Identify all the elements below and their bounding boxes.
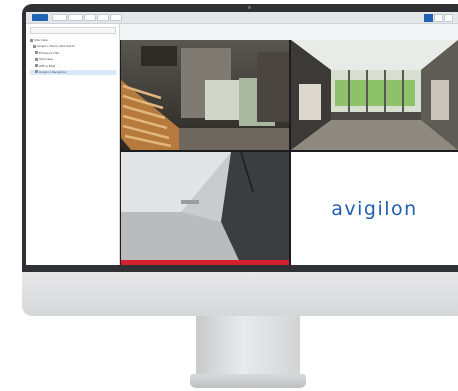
camera-tile-staircase[interactable] xyxy=(121,40,289,150)
tab-2[interactable] xyxy=(52,14,67,21)
tree-item[interactable]: Staircase xyxy=(30,57,116,62)
camera-icon xyxy=(35,70,38,74)
tree-item-label: Site View xyxy=(34,38,48,42)
camera-tile-corridor[interactable] xyxy=(121,152,289,265)
site-icon xyxy=(33,44,36,48)
sidebar: Site View Avigilon Demo Site North Entra… xyxy=(26,24,120,265)
monitor-base xyxy=(190,374,306,388)
tree-item[interactable]: Entrance Hall xyxy=(30,51,116,56)
view-button[interactable] xyxy=(434,14,443,22)
tree-item-label: Avigilon Demo Site North xyxy=(37,44,75,49)
tab-6[interactable] xyxy=(110,14,122,21)
tree-item-selected[interactable]: Avigilon Reception xyxy=(30,69,116,75)
app-toolbar xyxy=(26,12,458,24)
layout-button[interactable] xyxy=(424,14,433,22)
tree-item-label: Office East xyxy=(39,63,56,68)
tree-item-label: Entrance Hall xyxy=(39,50,60,55)
tab-active[interactable] xyxy=(32,14,48,21)
tab-4[interactable] xyxy=(84,14,96,21)
camera-feed-staircase xyxy=(121,40,289,150)
camera-grid: avigilon xyxy=(120,40,458,265)
avigilon-logo: avigilon xyxy=(331,198,418,220)
camera-icon xyxy=(35,64,38,68)
camera-icon xyxy=(35,51,38,55)
tree-item-label: Staircase xyxy=(39,57,53,62)
tree-item-label: Avigilon Reception xyxy=(39,69,67,74)
monitor-stand xyxy=(196,316,300,378)
monitor: Site View Avigilon Demo Site North Entra… xyxy=(22,4,458,316)
camera-icon xyxy=(35,57,38,61)
tree-item[interactable]: Avigilon Demo Site North xyxy=(30,44,116,49)
settings-button[interactable] xyxy=(444,14,453,22)
camera-feed-lobby xyxy=(291,40,458,150)
logo-tile: avigilon xyxy=(291,152,458,265)
monitor-chin xyxy=(22,272,458,316)
sidebar-search-input[interactable] xyxy=(30,27,116,34)
monitor-bezel: Site View Avigilon Demo Site North Entra… xyxy=(22,4,458,274)
screen: Site View Avigilon Demo Site North Entra… xyxy=(26,12,458,265)
folder-icon xyxy=(30,38,33,42)
tree-item[interactable]: Site View xyxy=(30,38,116,43)
camera-tree: Site View Avigilon Demo Site North Entra… xyxy=(30,38,116,76)
tab-5[interactable] xyxy=(97,14,109,21)
camera-tile-lobby[interactable] xyxy=(291,40,458,150)
alarm-status-bar xyxy=(121,260,289,265)
camera-feed-corridor xyxy=(121,152,289,265)
webcam-dot xyxy=(248,6,251,9)
tab-3[interactable] xyxy=(68,14,83,21)
tree-item[interactable]: Office East xyxy=(30,64,116,69)
